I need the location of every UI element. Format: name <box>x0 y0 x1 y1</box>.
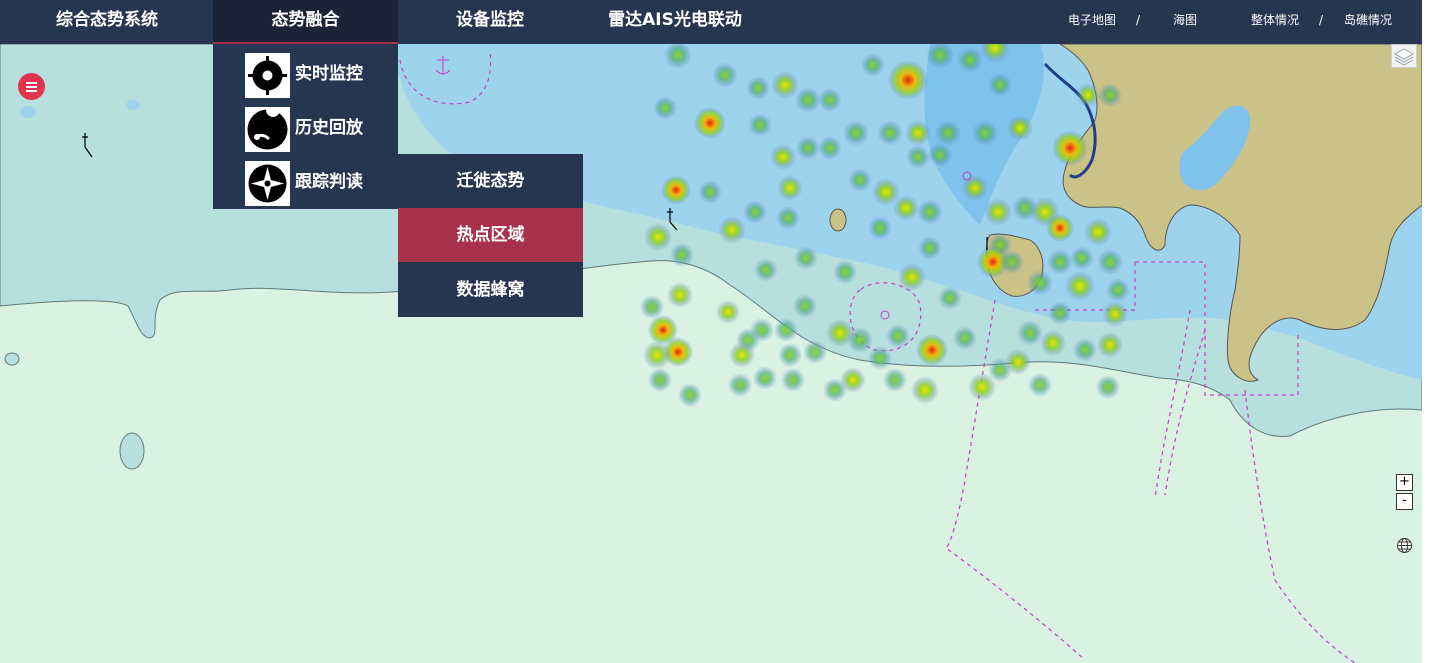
brand-title[interactable]: 综合态势系统 <box>42 0 172 44</box>
island <box>20 106 36 118</box>
hamburger-icon <box>26 90 37 92</box>
hamburger-icon <box>26 82 37 84</box>
separator: / <box>1136 13 1141 27</box>
separator: / <box>1319 13 1324 27</box>
island <box>4 352 20 366</box>
submenu-item-hotspot-area[interactable]: 热点区域 <box>398 208 583 262</box>
top-nav-bar: 综合态势系统 态势融合 设备监控 雷达AIS光电联动 电子地图 / 海图 整体情… <box>0 0 1422 44</box>
replay-map-pin-icon <box>245 103 290 152</box>
tracking-submenu: 迁徙态势 热点区域 数据蜂窝 <box>398 154 583 317</box>
submenu-item-data-honeycomb[interactable]: 数据蜂窝 <box>398 263 583 317</box>
crosshair-compass-icon <box>245 53 290 98</box>
compass-rose-icon <box>245 161 290 206</box>
island <box>119 432 145 470</box>
link-electronic-map[interactable]: 电子地图 <box>1068 0 1116 40</box>
layers-button[interactable] <box>1391 44 1417 68</box>
menu-item-realtime-monitoring[interactable]: 实时监控 <box>213 47 398 101</box>
menu-item-history-replay[interactable]: 历史回放 <box>213 101 398 155</box>
submenu-item-migration[interactable]: 迁徙态势 <box>398 154 583 208</box>
nav-item-situation-fusion[interactable]: 态势融合 <box>213 0 398 44</box>
menu-item-label: 实时监控 <box>295 64 363 84</box>
small-island <box>829 208 847 232</box>
globe-icon <box>1397 538 1412 553</box>
link-nautical-chart[interactable]: 海图 <box>1173 0 1197 40</box>
nav-item-device-monitoring[interactable]: 设备监控 <box>430 0 550 44</box>
globe-button[interactable] <box>1396 537 1413 554</box>
situation-fusion-dropdown: 实时监控 历史回放 跟踪判读 <box>213 44 398 209</box>
zoom-in-button[interactable]: + <box>1396 474 1413 491</box>
map-edge <box>1422 0 1430 663</box>
hamburger-menu-button[interactable] <box>18 73 45 100</box>
hamburger-icon <box>26 86 37 88</box>
island <box>126 100 140 110</box>
link-overall-situation[interactable]: 整体情况 <box>1251 0 1299 40</box>
layers-icon <box>1393 48 1415 66</box>
menu-item-label: 跟踪判读 <box>295 172 363 192</box>
menu-item-label: 历史回放 <box>295 118 363 138</box>
menu-item-tracking-analysis[interactable]: 跟踪判读 <box>213 155 398 209</box>
link-island-situation[interactable]: 岛礁情况 <box>1344 0 1392 40</box>
nav-item-radar-ais-linkage[interactable]: 雷达AIS光电联动 <box>590 0 760 44</box>
zoom-out-button[interactable]: - <box>1396 493 1413 510</box>
